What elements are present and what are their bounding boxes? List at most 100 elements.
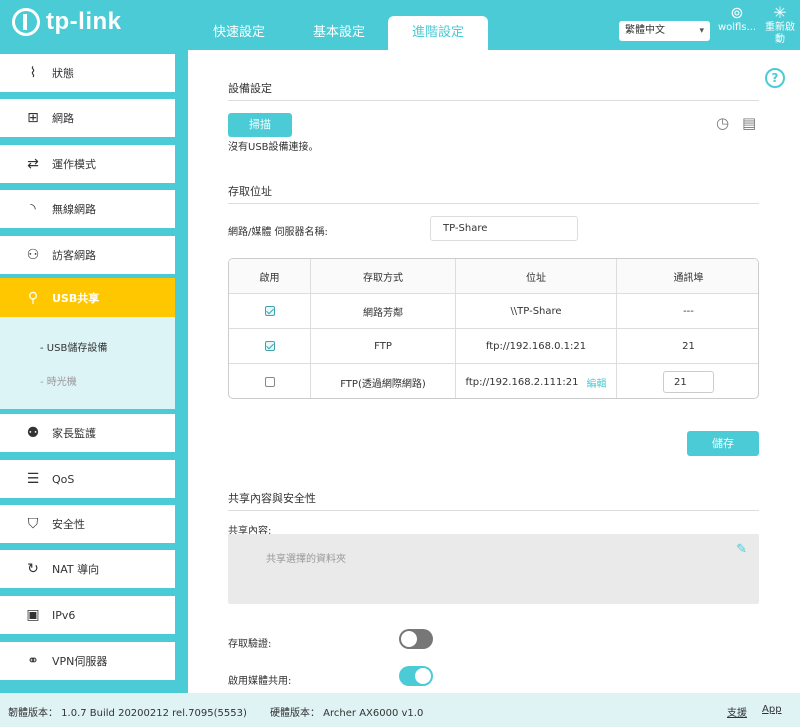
sidebar-item-network[interactable]: ⊞ 網路 [0, 99, 175, 137]
server-name-label: 網路/媒體 伺服器名稱: [228, 227, 328, 238]
sidebar-item-label: 無線網路 [52, 203, 96, 216]
main-content: ? 設備設定 掃描 沒有USB設備連接。 ◷ ▤ 存取位址 網路/媒體 伺服器名… [188, 50, 800, 693]
port-cell: 21 [617, 364, 758, 398]
address-cell: \\TP-Share [456, 294, 617, 328]
edit-link[interactable]: 編輯 [586, 375, 606, 390]
sidebar-item-usb-sharing[interactable]: ⚲ USB共享 [0, 278, 175, 317]
sidebar-item-status[interactable]: ⌇ 狀態 [0, 54, 175, 92]
media-sharing-label: 啟用媒體共用: [228, 676, 292, 687]
address-cell: ftp://192.168.2.111:21 編輯 [456, 364, 617, 398]
sidebar-item-label: QoS [52, 472, 75, 486]
top-header: tp-link 快速設定 基本設定 進階設定 繁體中文 ▾ ⊚ wolfls..… [0, 0, 800, 50]
sidebar-item-wireless[interactable]: ◝ 無線網路 [0, 190, 175, 228]
media-sharing-toggle[interactable] [399, 666, 433, 686]
user-icon: ⊚ [730, 3, 744, 22]
sidebar-item-nat-forwarding[interactable]: ↻ NAT 導向 [0, 550, 175, 588]
tab-quick-setup[interactable]: 快速設定 [195, 16, 283, 50]
mode-icon: ⇄ [27, 156, 39, 172]
divider [228, 510, 759, 511]
sidebar-item-guest-network[interactable]: ⚇ 訪客網路 [0, 236, 175, 274]
ipv6-icon: ▣ [26, 607, 40, 623]
vpn-icon: ⚭ [27, 653, 39, 669]
tab-advanced[interactable]: 進階設定 [388, 16, 488, 50]
method-cell: FTP [311, 329, 456, 363]
device-settings-title: 設備設定 [228, 82, 272, 95]
reboot-label: 重新啟 [765, 22, 795, 33]
sidebar-item-label: NAT 導向 [52, 563, 100, 576]
sidebar-item-qos[interactable]: ☰ QoS [0, 460, 175, 498]
usb-icon: ⚲ [27, 289, 39, 306]
submenu-usb-storage[interactable]: - USB儲存設備 [40, 339, 107, 354]
clock-icon[interactable]: ◷ [716, 114, 729, 132]
save-button[interactable]: 儲存 [687, 431, 759, 456]
sharing-content-placeholder: 共享選擇的資料夾 [266, 554, 346, 565]
sidebar-item-label: VPN伺服器 [52, 655, 108, 668]
reboot-icon: ✳ [773, 3, 787, 22]
access-address-title: 存取位址 [228, 185, 272, 198]
server-name-input[interactable]: TP-Share [430, 216, 578, 241]
enable-cell [229, 329, 311, 363]
pulse-icon: ⌇ [29, 65, 37, 81]
firmware-version: 韌體版本： 1.0.7 Build 20200212 rel.7095(5553… [8, 708, 247, 719]
toggle-knob [401, 631, 417, 647]
sidebar-item-security[interactable]: ⛉ 安全性 [0, 505, 175, 543]
user-account-button[interactable]: ⊚ wolfls... [714, 3, 760, 34]
support-link[interactable]: 支援 [727, 704, 747, 719]
divider [228, 100, 759, 101]
table-row: FTP ftp://192.168.0.1:21 21 [229, 329, 758, 364]
sidebar: ⌇ 狀態 ⊞ 網路 ⇄ 運作模式 ◝ 無線網路 ⚇ 訪客網路 ⚲ USB共享 -… [0, 50, 188, 693]
chevron-down-icon: ▾ [699, 26, 704, 36]
reboot-label-line2: 動 [775, 34, 785, 45]
parental-icon: ⚉ [26, 425, 40, 441]
nat-icon: ↻ [27, 561, 39, 577]
help-icon[interactable]: ? [765, 68, 785, 88]
divider [228, 203, 759, 204]
scan-button[interactable]: 掃描 [228, 113, 292, 137]
sharing-content-box[interactable]: 共享選擇的資料夾 ✎ [228, 534, 759, 604]
footer: 韌體版本： 1.0.7 Build 20200212 rel.7095(5553… [0, 693, 800, 727]
usb-submenu: - USB儲存設備 - 時光機 [0, 317, 175, 409]
enable-cell [229, 364, 311, 398]
router-admin-page: tp-link 快速設定 基本設定 進階設定 繁體中文 ▾ ⊚ wolfls..… [0, 0, 800, 727]
app-link[interactable]: App [762, 704, 782, 715]
tp-link-logo: tp-link [12, 8, 122, 36]
language-select[interactable]: 繁體中文 ▾ [619, 21, 710, 41]
sidebar-item-label: 家長監護 [52, 427, 96, 440]
sidebar-item-operation-mode[interactable]: ⇄ 運作模式 [0, 145, 175, 183]
sidebar-item-label: 安全性 [52, 518, 85, 531]
submenu-time-machine[interactable]: - 時光機 [40, 373, 77, 388]
sidebar-item-vpn-server[interactable]: ⚭ VPN伺服器 [0, 642, 175, 680]
port-input[interactable]: 21 [663, 371, 714, 393]
port-cell: --- [683, 305, 694, 317]
document-icon[interactable]: ▤ [742, 114, 756, 132]
qos-icon: ☰ [26, 471, 40, 487]
tp-link-logo-icon [12, 8, 40, 36]
shield-icon: ⛉ [27, 516, 39, 532]
enable-checkbox[interactable] [264, 306, 275, 316]
address-cell: ftp://192.168.0.1:21 [456, 329, 617, 363]
method-cell: 網路芳鄰 [311, 294, 456, 328]
sidebar-item-parental-controls[interactable]: ⚉ 家長監護 [0, 414, 175, 452]
wifi-icon: ◝ [30, 201, 36, 217]
sidebar-item-ipv6[interactable]: ▣ IPv6 [0, 596, 175, 634]
method-cell: FTP(透過網際網路) [311, 364, 456, 398]
access-auth-toggle[interactable] [399, 629, 433, 649]
port-cell: 21 [682, 340, 695, 352]
hardware-version: 硬體版本： Archer AX6000 v1.0 [270, 708, 424, 719]
column-header-address: 位址 [456, 259, 617, 293]
column-header-enable: 啟用 [229, 259, 311, 293]
no-usb-device-text: 沒有USB設備連接。 [228, 142, 319, 153]
edit-icon[interactable]: ✎ [736, 542, 747, 557]
table-row: FTP(透過網際網路) ftp://192.168.2.111:21 編輯 21 [229, 364, 758, 398]
table-header-row: 啟用 存取方式 位址 通訊埠 [229, 259, 758, 294]
access-auth-label: 存取驗證: [228, 639, 272, 650]
reboot-button[interactable]: ✳ 重新啟 動 [757, 4, 800, 46]
language-value: 繁體中文 [625, 25, 665, 36]
sidebar-item-label: IPv6 [52, 608, 76, 622]
access-method-table: 啟用 存取方式 位址 通訊埠 網路芳鄰 \\TP-Share --- FTP f… [228, 258, 759, 399]
sidebar-item-label: 訪客網路 [52, 249, 96, 262]
tab-basic[interactable]: 基本設定 [293, 16, 385, 50]
enable-checkbox[interactable] [264, 377, 275, 387]
enable-checkbox[interactable] [264, 341, 275, 351]
brand-name: tp-link [46, 8, 122, 35]
